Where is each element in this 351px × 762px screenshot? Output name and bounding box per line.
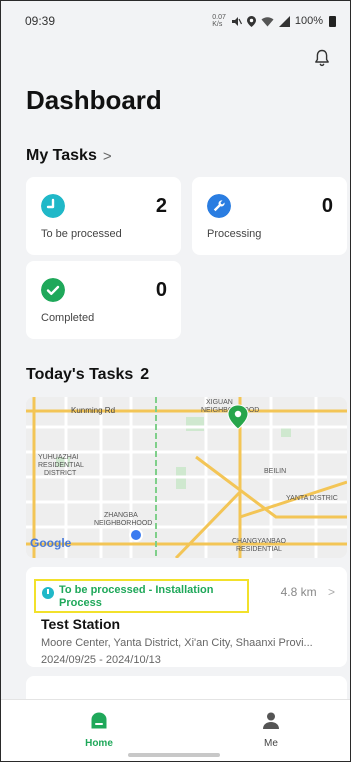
clock-icon [41,194,65,218]
completed-label: Completed [41,312,95,324]
map-label-yuhuazhai-residential: RESIDENTIAL [38,462,84,469]
processing-count: 0 [321,195,333,217]
google-logo: Google [30,536,72,550]
map-label-yuhuazhai-district: DISTRICT [44,470,77,477]
battery-icon [329,15,336,27]
task-status-text: To be processed - Installation Process [59,584,214,609]
bottom-nav: Home Me [1,699,350,761]
map-label-zhangba: ZHANGBA [104,512,138,519]
location-icon [246,15,256,27]
battery-level: 100% [294,15,323,27]
gesture-bar [128,753,220,757]
check-icon [41,278,65,302]
page-title: Dashboard [26,85,162,115]
status-icons: 0.07 K/s 100% [212,14,336,28]
to-be-processed-card[interactable]: 2 To be processed [26,177,181,255]
nav-me[interactable]: Me [241,712,301,749]
map-label-changyanbao: CHANGYANBAO [232,538,286,545]
person-icon [263,712,279,729]
map-label-changyanbao-residential: RESIDENTIAL [236,546,282,553]
map-label-yuhuazhai: YUHUAZHAI [38,454,79,461]
chevron-right-icon: > [102,147,112,165]
map-label-yanta: YANTA DISTRIC [286,495,338,502]
task-card[interactable]: To be processed - Installation Process 4… [26,567,347,667]
clock-icon [42,587,54,599]
network-speed: 0.07 K/s [212,14,226,28]
processing-label: Processing [207,228,262,240]
wrench-icon [207,194,231,218]
completed-count: 0 [155,279,167,301]
processing-card[interactable]: 0 Processing [192,177,347,255]
nav-home-label: Home [85,738,113,749]
current-location-icon [129,528,143,542]
task-station-name: Test Station [41,616,121,632]
chevron-right-icon: > [327,585,335,599]
wifi-icon [261,16,274,26]
mute-icon [231,16,242,26]
map-label-beilin: BEILIN [264,468,286,475]
map-view[interactable]: Kunming Rd XIGUAN NEIGHBORHOOD YUHUAZHAI… [26,397,347,558]
home-icon [91,712,107,729]
map-label-xiguan: XIGUAN [206,399,233,406]
nav-me-label: Me [264,738,278,749]
signal-icon [278,15,290,27]
app-screen: 09:39 0.07 K/s 100% Dashboard My Tasks >… [0,0,351,762]
status-time: 09:39 [25,14,56,28]
task-status-chip: To be processed - Installation Process [34,579,249,613]
to-be-processed-label: To be processed [41,228,122,240]
map-canvas: Kunming Rd XIGUAN NEIGHBORHOOD YUHUAZHAI… [26,397,347,558]
bell-icon[interactable] [314,49,330,67]
task-distance: 4.8 km > [281,585,335,599]
task-distance-value: 4.8 km [280,585,317,599]
task-address: Moore Center, Yanta District, Xi'an City… [41,637,313,649]
map-label-zhangba-neighborhood: NEIGHBORHOOD [94,520,152,527]
todays-tasks-label: Today's Tasks [26,366,134,383]
task-dates: 2024/09/25 - 2024/10/13 [41,654,161,666]
todays-tasks-count: 2 [140,366,150,383]
my-tasks-label: My Tasks [26,147,97,164]
nav-home[interactable]: Home [69,712,129,749]
my-tasks-link[interactable]: My Tasks > [26,147,112,165]
map-label-kunming-rd: Kunming Rd [71,406,115,415]
status-bar: 09:39 0.07 K/s 100% [1,1,350,41]
to-be-processed-count: 2 [155,195,167,217]
completed-card[interactable]: 0 Completed [26,261,181,339]
todays-tasks-heading: Today's Tasks 2 [26,366,149,384]
